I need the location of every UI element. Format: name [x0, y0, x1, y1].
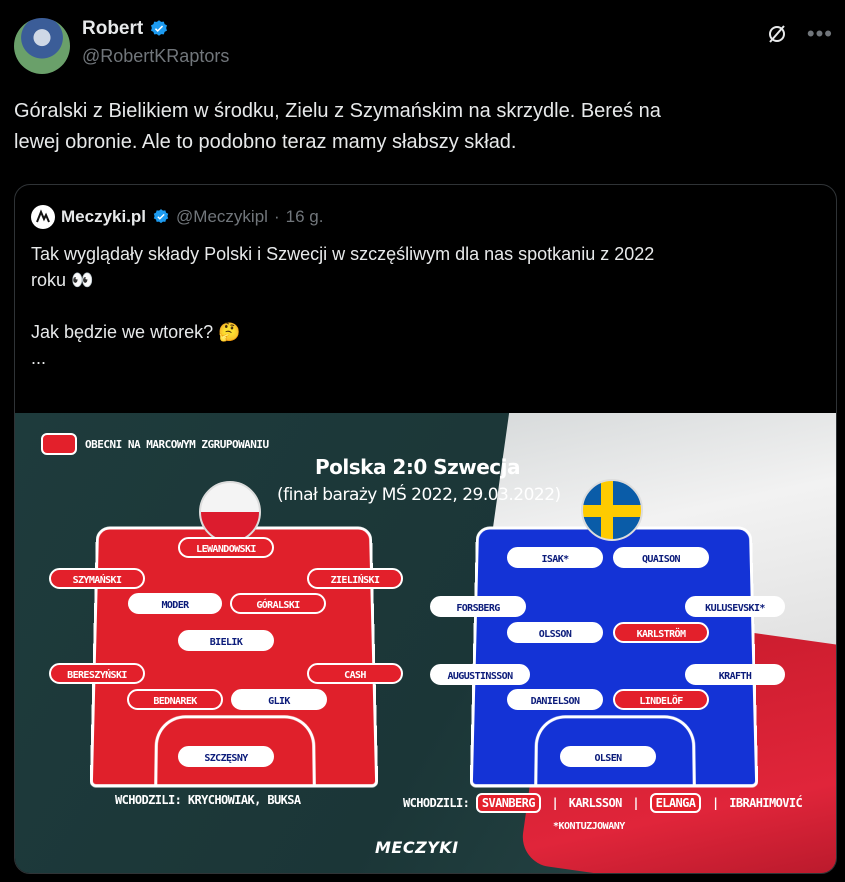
quote-author-name: Meczyki.pl — [61, 207, 147, 226]
tweet-line: Góralski z Bielikiem w środku, Zielu z S… — [14, 100, 661, 122]
tweet-line: lewej obronie. Ale to podobno teraz mamy… — [14, 131, 517, 153]
legend-swatch — [41, 433, 77, 455]
player-pl: LEWANDOWSKI — [178, 537, 274, 558]
quote-show-more[interactable]: ... — [31, 345, 821, 371]
lineup-graphic[interactable]: OBECNI NA MARCOWYM ZGRUPOWANIU Polska 2:… — [15, 413, 836, 873]
sweden-flag-icon — [581, 479, 643, 541]
match-subtitle: (finał baraży MŚ 2022, 29.03.2022) — [277, 485, 561, 505]
player-se: AUGUSTINSSON — [430, 664, 530, 685]
author-handle[interactable]: @RobertKRaptors — [82, 46, 229, 67]
quote-header: Meczyki.pl @Meczykipl · 16 g. — [31, 205, 323, 229]
match-title: Polska 2:0 Szwecja — [315, 455, 521, 479]
grok-icon[interactable] — [765, 22, 789, 46]
player-pl: SZCZĘSNY — [178, 746, 274, 767]
player-pl: ZIELIŃSKI — [307, 568, 403, 589]
player-pl: BEDNAREK — [127, 689, 223, 710]
legend: OBECNI NA MARCOWYM ZGRUPOWANIU — [41, 433, 269, 455]
quote-line: roku 👀 — [31, 270, 94, 290]
player-pl: GÓRALSKI — [230, 593, 326, 614]
player-se: OLSEN — [560, 746, 656, 767]
verified-badge-icon — [153, 209, 169, 224]
player-pl: MODER — [128, 593, 222, 614]
player-se: LINDELÖF — [613, 689, 709, 710]
sub-player-highlight: ELANGA — [649, 793, 702, 813]
brand-logo: MECZYKI — [375, 838, 459, 857]
quote-line: Tak wyglądały składy Polski i Szwecji w … — [31, 244, 655, 264]
more-icon[interactable]: ••• — [807, 23, 833, 45]
sweden-substitutes: WCHODZILI: SVANBERG | KARLSSON | ELANGA … — [403, 793, 803, 813]
author-name-row[interactable]: Robert — [82, 18, 229, 40]
tweet-actions: ••• — [765, 22, 833, 46]
player-se: KARLSTRÖM — [613, 622, 709, 643]
player-se: QUAISON — [613, 547, 709, 568]
poland-flag-icon — [199, 481, 261, 543]
sub-player: IBRAHIMOVIĆ — [729, 796, 803, 810]
player-se: DANIELSON — [507, 689, 603, 710]
sub-separator: | — [632, 796, 639, 810]
sub-separator: | — [551, 796, 559, 810]
player-se: KULUSEVSKI* — [685, 596, 785, 617]
quote-author-handle: @Meczykipl — [176, 207, 268, 226]
sub-separator: | — [712, 796, 719, 810]
player-pl: CASH — [307, 663, 403, 684]
player-se: FORSBERG — [430, 596, 526, 617]
poland-substitutes: WCHODZILI: KRYCHOWIAK, BUKSA — [115, 793, 301, 807]
quote-text: Tak wyglądały składy Polski i Szwecji w … — [31, 241, 821, 371]
legend-label: OBECNI NA MARCOWYM ZGRUPOWANIU — [85, 437, 269, 451]
player-pl: BIELIK — [178, 630, 274, 651]
player-se: OLSSON — [507, 622, 603, 643]
player-se: ISAK* — [507, 547, 603, 568]
sub-player: KARLSSON — [568, 796, 623, 810]
separator-dot: · — [273, 207, 280, 226]
player-pl: BERESZYŃSKI — [49, 663, 145, 684]
verified-badge-icon — [151, 20, 168, 36]
author-block: Robert @RobertKRaptors — [82, 18, 229, 67]
injury-note: *KONTUZJOWANY — [553, 821, 625, 832]
player-pl: SZYMAŃSKI — [49, 568, 145, 589]
author-name[interactable]: Robert — [82, 18, 143, 40]
quote-line — [31, 293, 821, 319]
quoted-tweet[interactable]: Meczyki.pl @Meczykipl · 16 g. Tak wygląd… — [14, 184, 837, 874]
player-se: KRAFTH — [685, 664, 785, 685]
author-avatar[interactable] — [14, 18, 70, 74]
meczyki-logo-icon — [31, 205, 55, 229]
quote-timestamp: 16 g. — [285, 207, 324, 226]
player-pl: GLIK — [231, 689, 327, 710]
sub-player-highlight: SVANBERG — [475, 793, 541, 813]
subs-prefix: WCHODZILI: — [403, 796, 470, 810]
tweet-text: Góralski z Bielikiem w środku, Zielu z S… — [14, 96, 829, 158]
quote-line: Jak będzie we wtorek? 🤔 — [31, 322, 241, 342]
